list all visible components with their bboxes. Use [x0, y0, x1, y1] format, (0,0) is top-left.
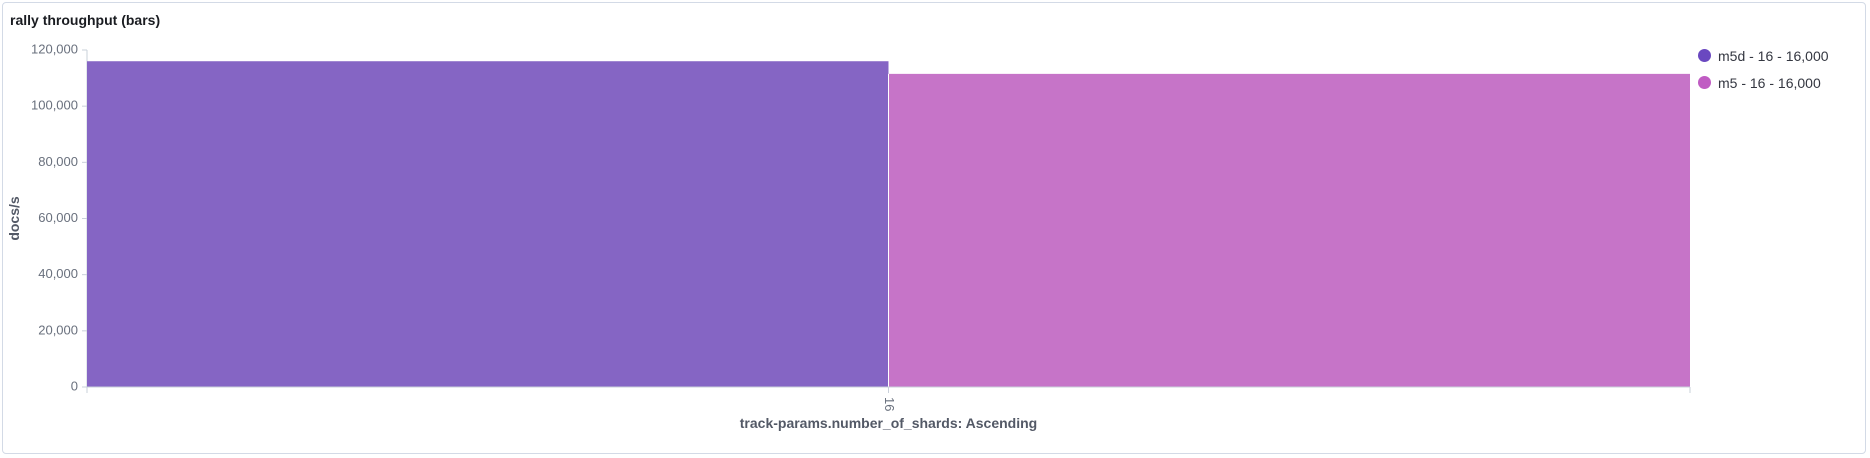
y-tick-label: 60,000 [38, 210, 78, 225]
bar-m5[interactable] [888, 73, 1691, 387]
bars [87, 61, 1690, 387]
y-tick-label: 100,000 [31, 98, 78, 113]
y-axis-title: docs/s [6, 196, 22, 241]
y-tick-label: 40,000 [38, 266, 78, 281]
legend-item-m5d[interactable]: m5d - 16 - 16,000 [1698, 42, 1829, 69]
bar-m5d[interactable] [87, 61, 889, 387]
legend-marker-m5 [1698, 76, 1711, 89]
y-tick-label: 20,000 [38, 322, 78, 337]
x-tick-label: 16 [882, 397, 897, 411]
y-tick-label: 80,000 [38, 154, 78, 169]
x-axis-title: track-params.number_of_shards: Ascending [740, 415, 1037, 431]
legend-marker-m5d [1698, 49, 1711, 62]
y-tick-label: 0 [71, 378, 78, 393]
chart-legend: m5d - 16 - 16,000 m5 - 16 - 16,000 [1698, 42, 1829, 96]
bar-chart: 020,00040,00060,00080,000100,000120,000 … [6, 41, 1691, 431]
legend-label-m5d: m5d - 16 - 16,000 [1718, 47, 1829, 64]
y-tick-label: 120,000 [31, 41, 78, 56]
x-axis: 16 [86, 386, 1691, 411]
legend-label-m5: m5 - 16 - 16,000 [1718, 74, 1821, 91]
legend-item-m5[interactable]: m5 - 16 - 16,000 [1698, 69, 1829, 96]
y-axis: 0 20,000 40,000 60,000 80,000 100,000 120,000 [31, 41, 88, 393]
